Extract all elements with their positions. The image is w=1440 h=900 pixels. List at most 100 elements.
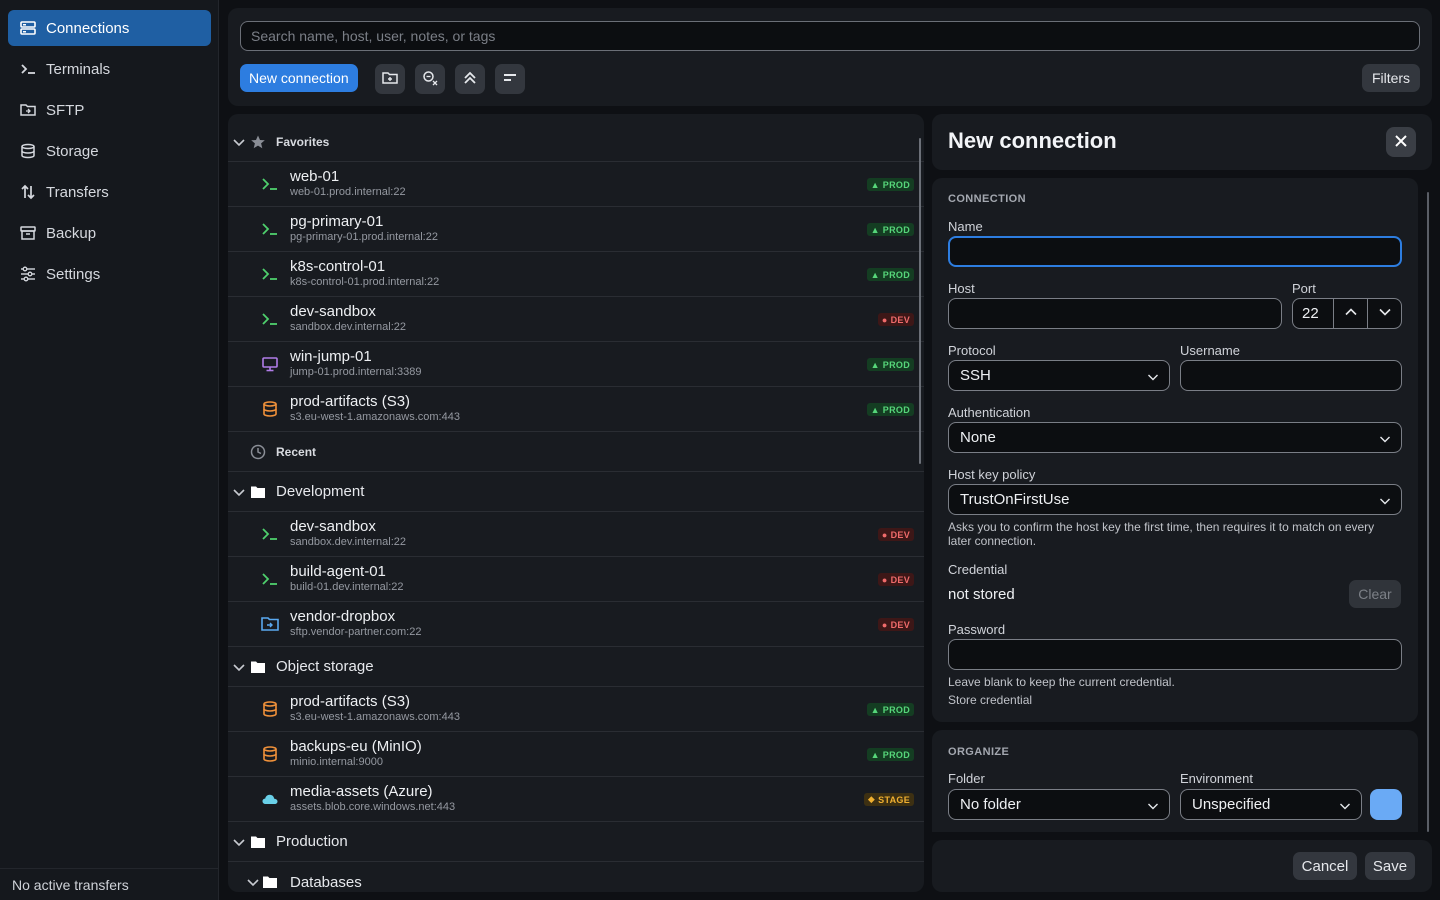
- close-button[interactable]: [1386, 127, 1416, 157]
- environment-select[interactable]: Unspecified: [1180, 789, 1362, 820]
- connection-host: assets.blob.core.windows.net:443: [290, 801, 456, 813]
- connection-row[interactable]: dev-sandbox sandbox.dev.internal:22 ● DEV: [228, 512, 924, 557]
- chevron-down-icon: [1147, 799, 1159, 811]
- terminal-icon: [261, 220, 279, 238]
- sftp-folder-icon: [261, 615, 279, 633]
- collapse-all-button[interactable]: [455, 64, 485, 94]
- connection-name: dev-sandbox: [290, 518, 376, 535]
- connection-host: sftp.vendor-partner.com:22: [290, 626, 422, 638]
- save-button[interactable]: Save: [1365, 852, 1415, 880]
- connection-host: sandbox.dev.internal:22: [290, 321, 406, 333]
- list-scrollbar[interactable]: [919, 138, 921, 464]
- new-folder-button[interactable]: [375, 64, 405, 94]
- sidebar-item-sftp[interactable]: SFTP: [8, 92, 211, 128]
- chevrons-up-icon: [462, 70, 478, 89]
- port-increment-button[interactable]: [1333, 298, 1368, 329]
- clock-icon: [250, 444, 266, 460]
- folder-select[interactable]: No folder: [948, 789, 1170, 820]
- editor-scrollbar[interactable]: [1427, 192, 1429, 832]
- connection-row[interactable]: vendor-dropbox sftp.vendor-partner.com:2…: [228, 602, 924, 647]
- sidebar-item-label: Settings: [46, 265, 101, 283]
- authentication-select[interactable]: None: [948, 422, 1402, 453]
- connection-name: prod-artifacts (S3): [290, 393, 411, 410]
- port-input[interactable]: 22: [1292, 298, 1334, 329]
- env-badge: ● DEV: [877, 573, 914, 586]
- name-label: Name: [948, 219, 983, 234]
- clear-credential-button[interactable]: Clear: [1349, 580, 1401, 608]
- chevron-up-icon: [1344, 305, 1358, 322]
- sidebar-item-storage[interactable]: Storage: [8, 133, 211, 169]
- color-swatch-button[interactable]: [1370, 789, 1402, 820]
- password-help: Leave blank to keep the current credenti…: [948, 675, 1175, 689]
- connection-row[interactable]: backups-eu (MinIO) minio.internal:9000 ▲…: [228, 732, 924, 777]
- password-input[interactable]: [948, 639, 1402, 670]
- sidebar-item-backup[interactable]: Backup: [8, 215, 211, 251]
- terminal-icon: [261, 175, 279, 193]
- chevron-down-icon: [246, 875, 260, 889]
- connection-host: minio.internal:9000: [290, 756, 383, 768]
- object-storage-folder-header[interactable]: Object storage: [228, 647, 924, 687]
- connection-name: web-01: [290, 168, 340, 185]
- search-input[interactable]: [240, 21, 1420, 51]
- store-credential-toggle[interactable]: Store credential: [948, 693, 1032, 707]
- connection-name: vendor-dropbox: [290, 608, 396, 625]
- env-badge: ● DEV: [877, 528, 914, 541]
- sort-button[interactable]: [495, 64, 525, 94]
- chevron-down-icon: [232, 485, 246, 499]
- cancel-button[interactable]: Cancel: [1293, 852, 1357, 880]
- production-folder-header[interactable]: Production: [228, 822, 924, 862]
- env-badge: ● DEV: [877, 618, 914, 631]
- chevron-down-icon: [232, 835, 246, 849]
- host-key-policy-help: Asks you to confirm the host key the fir…: [948, 520, 1375, 548]
- search-clear-icon: [422, 70, 438, 89]
- sidebar-item-label: Transfers: [46, 183, 109, 201]
- connection-row[interactable]: web-01 web-01.prod.internal:22 ▲ PROD: [228, 162, 924, 207]
- folder-icon: [250, 484, 266, 500]
- sliders-icon: [20, 266, 36, 282]
- protocol-select[interactable]: SSH: [948, 360, 1170, 391]
- recent-section-header[interactable]: Recent: [228, 432, 924, 472]
- editor-header: New connection: [932, 114, 1432, 170]
- chevron-down-icon: [232, 135, 246, 149]
- connection-row[interactable]: prod-artifacts (S3) s3.eu-west-1.amazona…: [228, 387, 924, 432]
- section-title: Favorites: [276, 134, 330, 149]
- connection-row[interactable]: media-assets (Azure) assets.blob.core.wi…: [228, 777, 924, 822]
- connection-section-title: CONNECTION: [948, 193, 1026, 205]
- connection-row[interactable]: pg-primary-01 pg-primary-01.prod.interna…: [228, 207, 924, 252]
- connection-row[interactable]: build-agent-01 build-01.dev.internal:22 …: [228, 557, 924, 602]
- warning-triangle-icon: ▲: [870, 179, 880, 190]
- env-badge: ▲ PROD: [866, 703, 914, 716]
- connection-name: dev-sandbox: [290, 303, 376, 320]
- filters-button[interactable]: Filters: [1362, 64, 1420, 92]
- dot-icon: ●: [881, 314, 888, 325]
- connection-list: Favorites web-01 web-01.prod.internal:22…: [228, 114, 924, 892]
- host-input[interactable]: [948, 298, 1282, 329]
- connection-row[interactable]: k8s-control-01 k8s-control-01.prod.inter…: [228, 252, 924, 297]
- warning-triangle-icon: ▲: [870, 224, 880, 235]
- host-label: Host: [948, 281, 975, 296]
- new-connection-button[interactable]: New connection: [240, 64, 358, 92]
- host-key-policy-select[interactable]: TrustOnFirstUse: [948, 484, 1402, 515]
- connection-host: jump-01.prod.internal:3389: [290, 366, 422, 378]
- favorites-section-header[interactable]: Favorites: [228, 122, 924, 162]
- sidebar-item-settings[interactable]: Settings: [8, 256, 211, 292]
- sidebar-item-label: Backup: [46, 224, 97, 242]
- development-folder-header[interactable]: Development: [228, 472, 924, 512]
- databases-folder-header[interactable]: Databases: [228, 862, 924, 892]
- connection-row[interactable]: prod-artifacts (S3) s3.eu-west-1.amazona…: [228, 687, 924, 732]
- sidebar-item-connections[interactable]: Connections: [8, 10, 211, 46]
- connection-row[interactable]: win-jump-01 jump-01.prod.internal:3389 ▲…: [228, 342, 924, 387]
- sidebar-item-label: SFTP: [46, 101, 85, 119]
- folder-icon: [250, 834, 266, 850]
- env-badge: ◆ STAGE: [863, 793, 914, 806]
- port-decrement-button[interactable]: [1367, 298, 1402, 329]
- connection-row[interactable]: dev-sandbox sandbox.dev.internal:22 ● DEV: [228, 297, 924, 342]
- username-input[interactable]: [1180, 360, 1402, 391]
- clear-search-button[interactable]: [415, 64, 445, 94]
- chevron-down-icon: [1147, 370, 1159, 382]
- name-input[interactable]: [948, 236, 1402, 267]
- sidebar-item-terminals[interactable]: Terminals: [8, 51, 211, 87]
- sidebar-item-transfers[interactable]: Transfers: [8, 174, 211, 210]
- authentication-label: Authentication: [948, 405, 1031, 420]
- editor-footer: Cancel Save: [932, 840, 1432, 892]
